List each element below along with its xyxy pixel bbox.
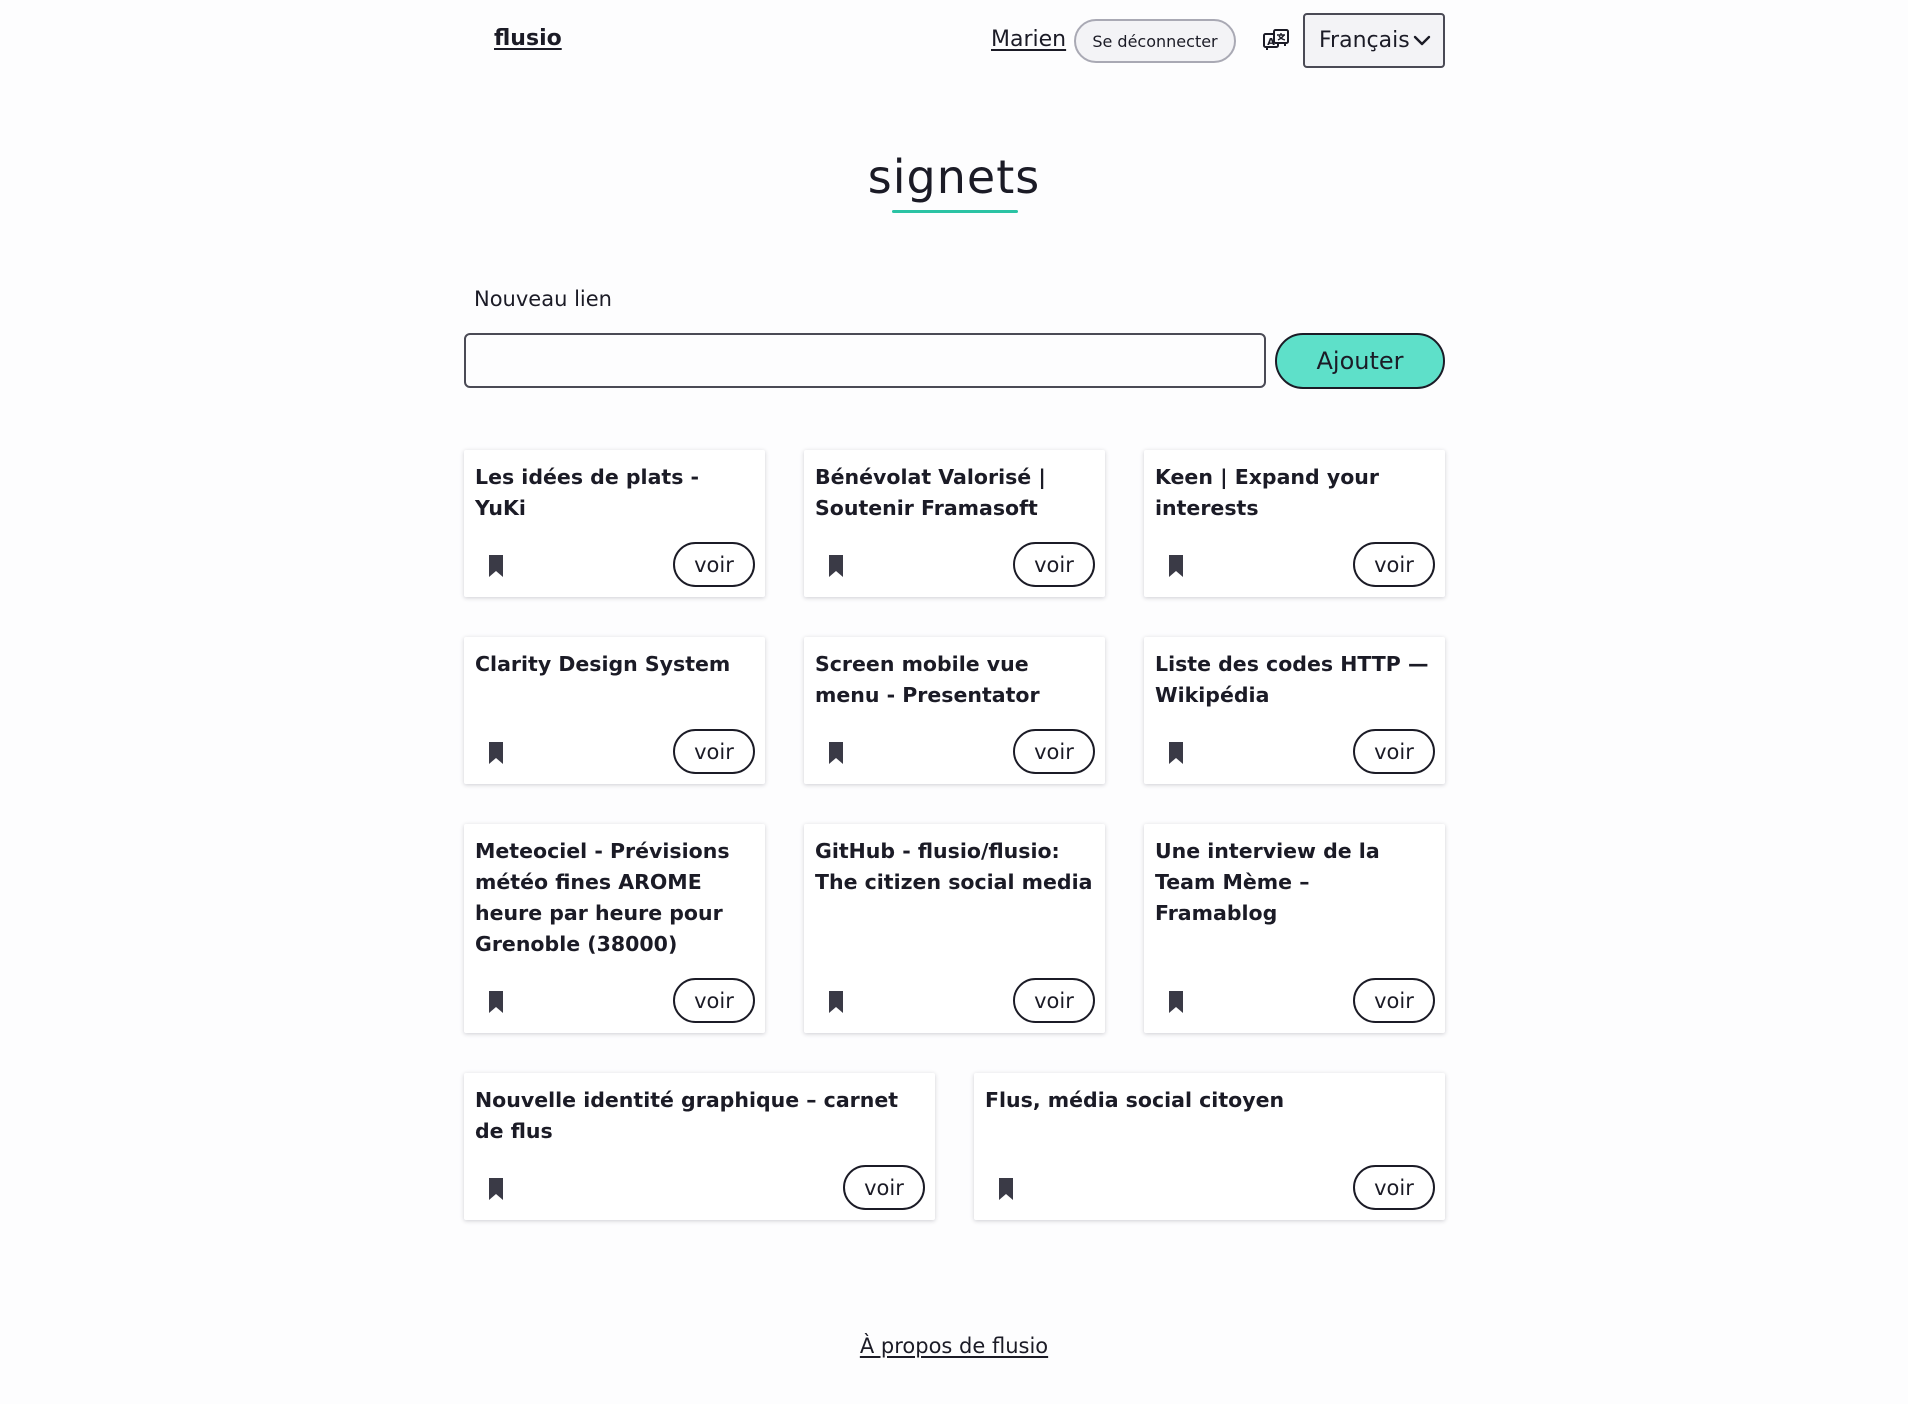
bookmark-icon[interactable] (488, 1177, 504, 1201)
link-title[interactable]: Screen mobile vue menu - Presentator (815, 649, 1097, 711)
view-link-button[interactable]: voir (1353, 542, 1435, 587)
new-link-input[interactable] (464, 333, 1266, 388)
link-card[interactable]: Une interview de la Team Mème – Framablo… (1144, 824, 1445, 1033)
link-card[interactable]: Screen mobile vue menu - Presentator voir (804, 637, 1105, 784)
view-link-button[interactable]: voir (1013, 978, 1095, 1023)
language-selected-value: Français (1319, 28, 1410, 53)
bookmark-icon[interactable] (828, 990, 844, 1014)
bookmark-icon[interactable] (998, 1177, 1014, 1201)
view-link-button[interactable]: voir (1013, 729, 1095, 774)
add-link-button[interactable]: Ajouter (1275, 333, 1445, 389)
link-title[interactable]: Bénévolat Valorisé | Soutenir Framasoft (815, 462, 1097, 524)
new-link-label: Nouveau lien (474, 287, 612, 311)
link-title[interactable]: Les idées de plats - YuKi (475, 462, 757, 524)
footer: À propos de flusio (463, 1334, 1445, 1358)
header: flusio Marien Se déconnecter A Français (463, 0, 1445, 82)
bookmark-icon[interactable] (828, 741, 844, 765)
view-link-button[interactable]: voir (673, 729, 755, 774)
chevron-down-icon (1413, 35, 1431, 46)
link-title[interactable]: Clarity Design System (475, 649, 757, 680)
bookmark-icon[interactable] (828, 554, 844, 578)
link-title[interactable]: Keen | Expand your interests (1155, 462, 1437, 524)
view-link-button[interactable]: voir (1353, 978, 1435, 1023)
link-card[interactable]: Flus, média social citoyen voir (974, 1073, 1445, 1220)
bookmark-icon[interactable] (1168, 554, 1184, 578)
link-title[interactable]: Liste des codes HTTP — Wikipédia (1155, 649, 1437, 711)
link-card[interactable]: Liste des codes HTTP — Wikipédia voir (1144, 637, 1445, 784)
link-card[interactable]: GitHub - flusio/flusio: The citizen soci… (804, 824, 1105, 1033)
view-link-button[interactable]: voir (673, 978, 755, 1023)
link-title[interactable]: Flus, média social citoyen (985, 1085, 1437, 1116)
translate-icon: A (1263, 29, 1289, 50)
bookmark-icon[interactable] (488, 990, 504, 1014)
view-link-button[interactable]: voir (1013, 542, 1095, 587)
bookmark-icon[interactable] (1168, 990, 1184, 1014)
user-profile-link[interactable]: Marien (991, 27, 1066, 52)
link-card[interactable]: Keen | Expand your interests voir (1144, 450, 1445, 597)
view-link-button[interactable]: voir (1353, 1165, 1435, 1210)
link-card[interactable]: Bénévolat Valorisé | Soutenir Framasoft v… (804, 450, 1105, 597)
title-underline (892, 210, 1018, 213)
logout-button[interactable]: Se déconnecter (1074, 19, 1236, 63)
page-title: signets (867, 150, 1041, 204)
logo-link[interactable]: flusio (494, 26, 562, 51)
bookmark-icon[interactable] (488, 741, 504, 765)
link-title[interactable]: Une interview de la Team Mème – Framablo… (1155, 836, 1437, 929)
link-card[interactable]: Les idées de plats - YuKi voir (464, 450, 765, 597)
bookmark-icon[interactable] (488, 554, 504, 578)
link-title[interactable]: Meteociel - Prévisions météo fines AROME… (475, 836, 757, 960)
link-card[interactable]: Meteociel - Prévisions météo fines AROME… (464, 824, 765, 1033)
link-card[interactable]: Nouvelle identité graphique – carnet de … (464, 1073, 935, 1220)
link-title[interactable]: GitHub - flusio/flusio: The citizen soci… (815, 836, 1097, 898)
language-select[interactable]: Français (1303, 13, 1445, 68)
about-link[interactable]: À propos de flusio (860, 1334, 1048, 1358)
bookmark-icon[interactable] (1168, 741, 1184, 765)
view-link-button[interactable]: voir (673, 542, 755, 587)
link-title[interactable]: Nouvelle identité graphique – carnet de … (475, 1085, 927, 1147)
view-link-button[interactable]: voir (843, 1165, 925, 1210)
view-link-button[interactable]: voir (1353, 729, 1435, 774)
link-card[interactable]: Clarity Design System voir (464, 637, 765, 784)
